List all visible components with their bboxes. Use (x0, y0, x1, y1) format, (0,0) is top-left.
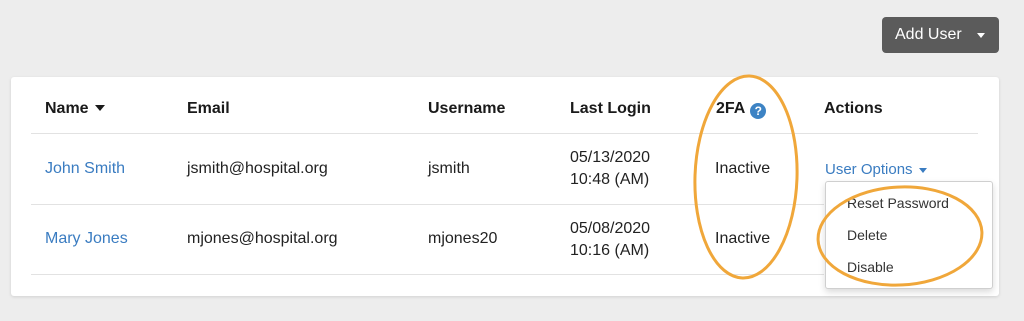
column-header-2fa-label: 2FA (716, 100, 746, 117)
sort-desc-icon (94, 104, 105, 111)
caret-down-icon (977, 33, 985, 38)
user-name-link[interactable]: John Smith (45, 160, 125, 178)
last-login-date: 05/08/2020 (570, 220, 651, 237)
user-2fa-status: Inactive (715, 230, 771, 247)
column-header-name[interactable]: Name (45, 100, 105, 118)
row-divider (31, 204, 824, 205)
column-header-last-login: Last Login (570, 100, 651, 117)
user-last-login: 05/13/2020 10:48 (AM) (570, 147, 650, 191)
column-header-actions: Actions (824, 100, 883, 117)
menu-item-disable[interactable]: Disable (847, 259, 894, 275)
user-username: jsmith (428, 160, 470, 177)
user-options-dropdown[interactable]: User Options (825, 161, 927, 178)
row-divider (31, 274, 824, 275)
menu-item-delete[interactable]: Delete (847, 227, 887, 243)
user-username: mjones20 (428, 230, 498, 247)
user-name-link[interactable]: Mary Jones (45, 230, 128, 248)
user-email: mjones@hospital.org (187, 230, 338, 247)
column-header-email: Email (187, 100, 230, 117)
user-options-menu: Reset Password Delete Disable (825, 181, 993, 289)
user-email: jsmith@hospital.org (187, 160, 328, 177)
menu-item-reset-password[interactable]: Reset Password (847, 195, 949, 211)
column-header-username: Username (428, 100, 506, 117)
caret-down-icon (918, 167, 927, 173)
add-user-button[interactable]: Add User (882, 17, 999, 53)
add-user-label: Add User (895, 26, 962, 43)
column-header-2fa: 2FA? (716, 100, 767, 119)
last-login-date: 05/13/2020 (570, 149, 651, 166)
user-options-label: User Options (825, 161, 913, 178)
row-divider (31, 133, 978, 134)
user-last-login: 05/08/2020 10:16 (AM) (570, 218, 650, 262)
help-circle-icon[interactable]: ? (750, 103, 767, 119)
last-login-time: 10:16 (AM) (570, 242, 650, 259)
last-login-time: 10:48 (AM) (570, 171, 650, 188)
column-header-name-label: Name (45, 100, 89, 117)
user-2fa-status: Inactive (715, 160, 771, 177)
